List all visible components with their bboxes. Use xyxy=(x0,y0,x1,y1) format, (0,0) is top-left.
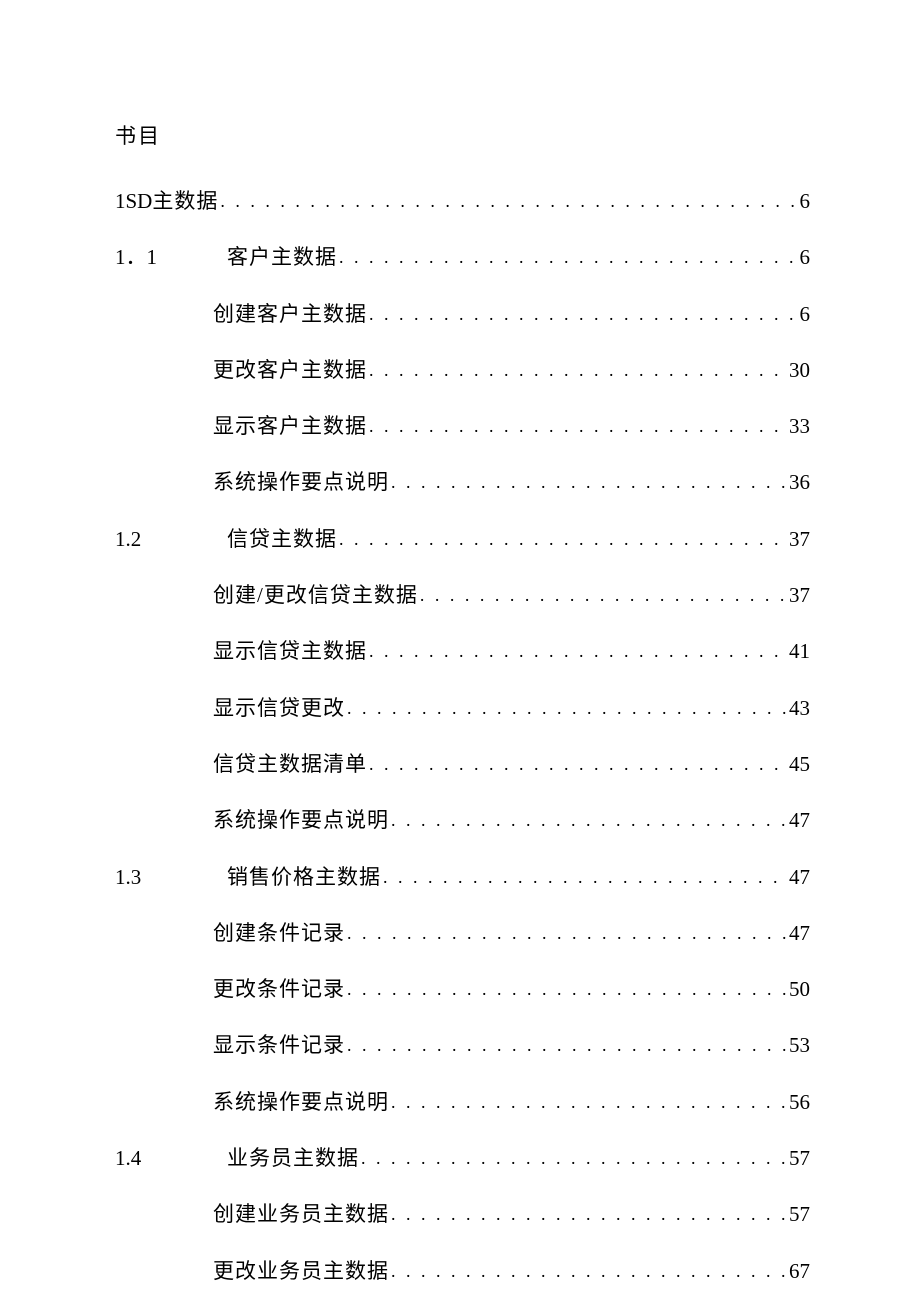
toc-entry-text: 主数据 xyxy=(152,188,218,215)
toc-dots: . . . . . . . . . . . . . . . . . . . . … xyxy=(389,471,789,494)
toc-entry-page: 47 xyxy=(789,920,810,947)
toc-dots: . . . . . . . . . . . . . . . . . . . . … xyxy=(345,978,789,1001)
toc-entry: 信贷主数据清单. . . . . . . . . . . . . . . . .… xyxy=(115,751,810,778)
toc-entry: 创建业务员主数据. . . . . . . . . . . . . . . . … xyxy=(115,1201,810,1228)
toc-entry-page: 67 xyxy=(789,1258,810,1285)
toc-entry: 显示客户主数据. . . . . . . . . . . . . . . . .… xyxy=(115,413,810,440)
toc-entry-page: 56 xyxy=(789,1089,810,1116)
toc-entry: 创建客户主数据. . . . . . . . . . . . . . . . .… xyxy=(115,301,810,328)
toc-dots: . . . . . . . . . . . . . . . . . . . . … xyxy=(345,922,789,945)
toc-dots: . . . . . . . . . . . . . . . . . . . . … xyxy=(389,809,789,832)
toc-entry-page: 57 xyxy=(789,1201,810,1228)
toc-entry-num: 1．1 xyxy=(115,244,227,271)
toc-entry: 1SD 主数据. . . . . . . . . . . . . . . . .… xyxy=(115,188,810,215)
toc-entry-text: 创建/更改信贷主数据 xyxy=(213,582,418,609)
toc-entry-page: 37 xyxy=(789,526,810,553)
toc-entry: 创建/更改信贷主数据. . . . . . . . . . . . . . . … xyxy=(115,582,810,609)
toc-entry: 1.4业务员主数据. . . . . . . . . . . . . . . .… xyxy=(115,1145,810,1172)
toc-entry-page: 50 xyxy=(789,976,810,1003)
toc-entry: 显示信贷主数据. . . . . . . . . . . . . . . . .… xyxy=(115,638,810,665)
toc-dots: . . . . . . . . . . . . . . . . . . . . … xyxy=(418,584,789,607)
toc-entry-page: 43 xyxy=(789,695,810,722)
toc-entry-page: 45 xyxy=(789,751,810,778)
toc-entry: 1.2信贷主数据. . . . . . . . . . . . . . . . … xyxy=(115,526,810,553)
toc-dots: . . . . . . . . . . . . . . . . . . . . … xyxy=(218,190,799,213)
toc-entry-page: 36 xyxy=(789,469,810,496)
toc-entry-text: 创建客户主数据 xyxy=(213,301,367,328)
toc-dots: . . . . . . . . . . . . . . . . . . . . … xyxy=(389,1091,789,1114)
toc-entry-num: 1.4 xyxy=(115,1145,227,1172)
toc-entry: 系统操作要点说明. . . . . . . . . . . . . . . . … xyxy=(115,1089,810,1116)
toc-entry-text: 显示客户主数据 xyxy=(213,413,367,440)
toc-entry-text: 创建条件记录 xyxy=(213,920,345,947)
toc-entry: 更改业务员主数据. . . . . . . . . . . . . . . . … xyxy=(115,1258,810,1285)
toc-entry-text: 显示信贷更改 xyxy=(213,695,345,722)
toc-entry: 显示条件记录. . . . . . . . . . . . . . . . . … xyxy=(115,1032,810,1059)
toc-dots: . . . . . . . . . . . . . . . . . . . . … xyxy=(367,359,789,382)
toc-dots: . . . . . . . . . . . . . . . . . . . . … xyxy=(367,753,789,776)
toc-entry-text: 显示条件记录 xyxy=(213,1032,345,1059)
toc-entry-page: 30 xyxy=(789,357,810,384)
toc-dots: . . . . . . . . . . . . . . . . . . . . … xyxy=(367,303,800,326)
toc-entry-page: 57 xyxy=(789,1145,810,1172)
toc-entry: 1．1客户主数据. . . . . . . . . . . . . . . . … xyxy=(115,244,810,271)
toc-dots: . . . . . . . . . . . . . . . . . . . . … xyxy=(345,697,789,720)
toc-dots: . . . . . . . . . . . . . . . . . . . . … xyxy=(367,415,789,438)
toc-entry-page: 47 xyxy=(789,864,810,891)
toc-entry-page: 53 xyxy=(789,1032,810,1059)
toc-entry: 创建条件记录. . . . . . . . . . . . . . . . . … xyxy=(115,920,810,947)
toc-entry-page: 33 xyxy=(789,413,810,440)
toc-entry: 显示信贷更改. . . . . . . . . . . . . . . . . … xyxy=(115,695,810,722)
toc-entry-text: 系统操作要点说明 xyxy=(213,469,389,496)
toc-entry-page: 6 xyxy=(800,244,811,271)
toc-entry-text: 销售价格主数据 xyxy=(227,864,381,891)
toc-entry-text: 更改业务员主数据 xyxy=(213,1258,389,1285)
toc-entry-page: 6 xyxy=(800,188,811,215)
toc-entry: 更改客户主数据. . . . . . . . . . . . . . . . .… xyxy=(115,357,810,384)
toc-dots: . . . . . . . . . . . . . . . . . . . . … xyxy=(389,1203,789,1226)
toc-dots: . . . . . . . . . . . . . . . . . . . . … xyxy=(359,1147,789,1170)
toc-entry-text: 创建业务员主数据 xyxy=(213,1201,389,1228)
toc-dots: . . . . . . . . . . . . . . . . . . . . … xyxy=(381,866,789,889)
toc-entry: 1.3销售价格主数据. . . . . . . . . . . . . . . … xyxy=(115,864,810,891)
toc-entry-num: 1SD xyxy=(115,188,152,215)
toc-container: 1SD 主数据. . . . . . . . . . . . . . . . .… xyxy=(115,188,810,1285)
toc-entry-text: 信贷主数据清单 xyxy=(213,751,367,778)
toc-entry-text: 更改条件记录 xyxy=(213,976,345,1003)
toc-dots: . . . . . . . . . . . . . . . . . . . . … xyxy=(389,1260,789,1283)
toc-dots: . . . . . . . . . . . . . . . . . . . . … xyxy=(367,640,789,663)
toc-entry-num: 1.2 xyxy=(115,526,227,553)
toc-entry-page: 37 xyxy=(789,582,810,609)
toc-dots: . . . . . . . . . . . . . . . . . . . . … xyxy=(345,1034,789,1057)
toc-entry-text: 系统操作要点说明 xyxy=(213,807,389,834)
toc-entry-text: 业务员主数据 xyxy=(227,1145,359,1172)
toc-entry: 系统操作要点说明. . . . . . . . . . . . . . . . … xyxy=(115,469,810,496)
toc-entry-page: 47 xyxy=(789,807,810,834)
toc-entry-text: 客户主数据 xyxy=(227,244,337,271)
toc-entry-text: 系统操作要点说明 xyxy=(213,1089,389,1116)
toc-entry-text: 显示信贷主数据 xyxy=(213,638,367,665)
toc-entry-page: 6 xyxy=(800,301,811,328)
toc-dots: . . . . . . . . . . . . . . . . . . . . … xyxy=(337,246,800,269)
toc-entry: 更改条件记录. . . . . . . . . . . . . . . . . … xyxy=(115,976,810,1003)
toc-entry-text: 信贷主数据 xyxy=(227,526,337,553)
toc-entry: 系统操作要点说明. . . . . . . . . . . . . . . . … xyxy=(115,807,810,834)
toc-title: 书目 xyxy=(115,120,810,150)
toc-dots: . . . . . . . . . . . . . . . . . . . . … xyxy=(337,528,789,551)
toc-entry-num: 1.3 xyxy=(115,864,227,891)
toc-entry-page: 41 xyxy=(789,638,810,665)
toc-entry-text: 更改客户主数据 xyxy=(213,357,367,384)
